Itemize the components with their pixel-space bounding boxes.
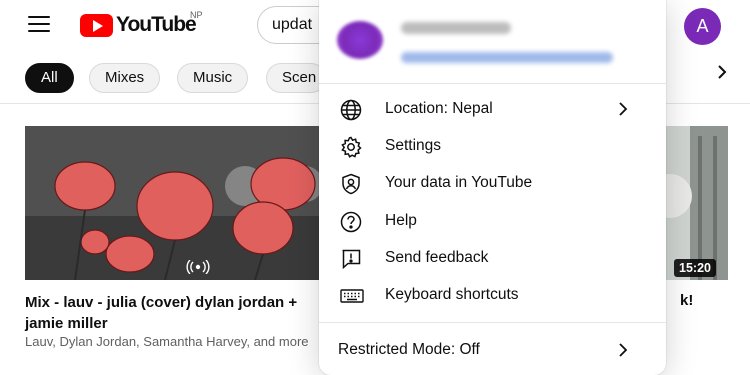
shield-user-icon <box>340 173 362 195</box>
chip-scenes[interactable]: Scen <box>266 63 326 93</box>
account-menu: Location: Nepal Settings Your data in Yo… <box>319 0 666 375</box>
chip-mixes[interactable]: Mixes <box>89 63 161 93</box>
menu-item-your-data[interactable]: Your data in YouTube <box>319 165 666 202</box>
menu-item-settings[interactable]: Settings <box>319 128 666 165</box>
restricted-mode-item[interactable]: Restricted Mode: Off <box>319 330 666 370</box>
menu-item-label: Keyboard shortcuts <box>385 286 519 303</box>
menu-icon[interactable] <box>28 16 50 34</box>
chip-music[interactable]: Music <box>177 63 249 93</box>
video-thumbnail[interactable] <box>25 126 321 280</box>
feedback-icon <box>340 248 362 270</box>
youtube-page: YouTube NP updat A All Mixes Music Scen <box>0 0 750 375</box>
menu-item-label: Send feedback <box>385 249 489 266</box>
help-icon <box>340 211 362 233</box>
youtube-play-icon <box>80 13 113 37</box>
video-title[interactable]: Mix - lauv - julia (cover) dylan jordan … <box>25 292 323 334</box>
logo-text: YouTube <box>116 13 197 36</box>
account-avatar <box>337 21 383 59</box>
account-header <box>319 0 666 84</box>
video-title[interactable]: k! <box>680 292 693 309</box>
menu-item-label: Settings <box>385 137 442 154</box>
duration-badge: 15:20 <box>674 259 716 277</box>
menu-item-help[interactable]: Help <box>319 203 666 240</box>
chevron-right-icon <box>617 100 631 118</box>
menu-item-send-feedback[interactable]: Send feedback <box>319 240 666 277</box>
menu-item-label: Your data in YouTube <box>385 174 533 191</box>
restricted-mode-label: Restricted Mode: Off <box>338 341 480 358</box>
roses-thumbnail-art <box>25 126 321 280</box>
keyboard-icon <box>340 285 364 307</box>
chip-all[interactable]: All <box>25 63 74 93</box>
globe-icon <box>340 99 362 121</box>
chevron-right-icon[interactable] <box>712 64 732 85</box>
menu-divider <box>319 322 666 323</box>
menu-item-label: Location: Nepal <box>385 100 493 117</box>
chevron-right-icon <box>617 341 631 359</box>
account-avatar[interactable]: A <box>684 8 721 45</box>
country-code: NP <box>190 10 203 20</box>
video-channels[interactable]: Lauv, Dylan Jordan, Samantha Harvey, and… <box>25 334 321 349</box>
manage-account-link[interactable] <box>401 52 613 63</box>
menu-item-keyboard-shortcuts[interactable]: Keyboard shortcuts <box>319 277 666 314</box>
live-mix-icon <box>185 259 211 277</box>
gear-icon <box>340 136 362 158</box>
youtube-logo[interactable]: YouTube <box>80 12 197 38</box>
account-name-blurred <box>401 22 511 34</box>
menu-item-location[interactable]: Location: Nepal <box>319 91 666 128</box>
menu-item-label: Help <box>385 212 417 229</box>
